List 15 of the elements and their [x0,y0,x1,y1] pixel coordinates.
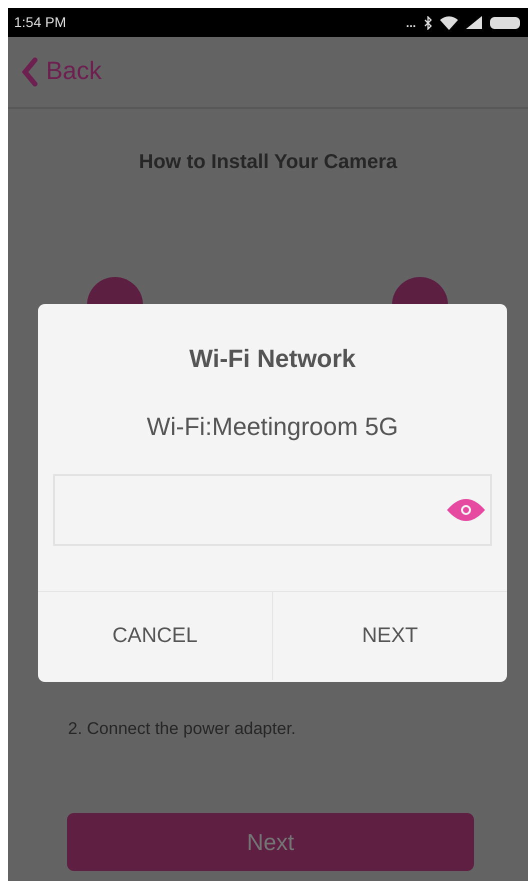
wifi-icon [440,16,458,30]
cancel-button[interactable]: CANCEL [38,592,272,680]
more-indicator: ... [406,14,416,32]
next-button[interactable]: NEXT [272,592,507,680]
status-time: 1:54 PM [14,13,66,32]
password-field[interactable] [53,474,492,546]
network-name: Wi-Fi:Meetingroom 5G [146,412,400,442]
battery-icon [490,16,520,28]
chevron-left-icon [22,57,38,87]
bluetooth-icon [424,16,432,30]
dialog-title: Wi-Fi Network [189,344,356,375]
signal-icon [466,16,482,29]
page-title: How to Install Your Camera [138,150,398,175]
instruction-text: 2. Connect the power adapter. [68,718,296,740]
eye-icon[interactable] [446,496,486,524]
